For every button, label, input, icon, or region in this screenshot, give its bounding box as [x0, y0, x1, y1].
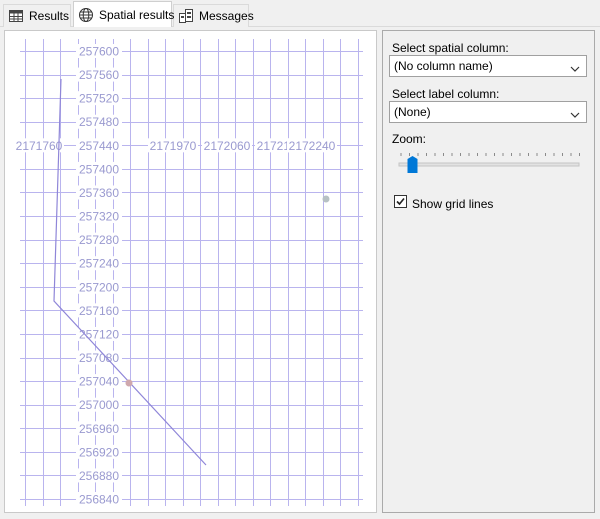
- show-grid-label: Show grid lines: [412, 197, 494, 211]
- spatial-point: [125, 379, 133, 387]
- y-tick-label: 257320: [79, 210, 119, 224]
- y-tick-label: 256840: [79, 493, 119, 507]
- label-column-label: Select label column:: [392, 87, 500, 101]
- y-tick-label: 257480: [79, 115, 119, 129]
- x-tick-label: 2172240: [289, 139, 336, 153]
- tab-spatial-results[interactable]: Spatial results: [73, 1, 175, 27]
- y-tick-label: 257200: [79, 280, 119, 294]
- spatial-column-label: Select spatial column:: [392, 41, 509, 55]
- y-tick-label: 256960: [79, 422, 119, 436]
- y-tick-label: 257080: [79, 351, 119, 365]
- spatial-column-value: (No column name): [394, 59, 493, 73]
- tab-messages[interactable]: Messages: [173, 4, 254, 27]
- spatial-plot-svg[interactable]: 257600 257560 257520 257480 257440 257400 2573…: [5, 31, 378, 514]
- y-tick-label: 257240: [79, 257, 119, 271]
- y-tick-label: 256920: [79, 445, 119, 459]
- x-tick-label: 2171760: [16, 139, 63, 153]
- grid-icon: [8, 8, 24, 24]
- checkmark-icon: [396, 197, 405, 206]
- show-grid-checkbox[interactable]: [394, 195, 407, 208]
- y-tick-label: 257280: [79, 233, 119, 247]
- x-tick-label: 2171970: [150, 139, 197, 153]
- y-tick-label: 257040: [79, 375, 119, 389]
- tab-messages-label: Messages: [199, 9, 254, 23]
- y-tick-label: 256880: [79, 469, 119, 483]
- messages-icon: [178, 8, 194, 24]
- tab-spatial-results-label: Spatial results: [99, 7, 175, 22]
- y-tick-label: 257520: [79, 92, 119, 106]
- y-tick-label: 257600: [79, 45, 119, 59]
- spatial-column-select[interactable]: (No column name): [389, 55, 587, 77]
- y-tick-label: 257360: [79, 186, 119, 200]
- zoom-thumb: [407, 156, 418, 173]
- y-tick-label: 257560: [79, 68, 119, 82]
- spatial-point: [322, 195, 330, 203]
- zoom-track: [398, 162, 580, 167]
- zoom-label: Zoom:: [392, 132, 427, 146]
- spatial-options-panel: Select spatial column: (No column name) …: [382, 30, 595, 513]
- y-tick-label: 257000: [79, 398, 119, 412]
- zoom-slider[interactable]: [398, 149, 580, 179]
- globe-icon: [78, 7, 94, 23]
- y-tick-label: 257400: [79, 162, 119, 176]
- x-tick-label: 2172060: [204, 139, 251, 153]
- y-tick-label: 257440: [79, 139, 119, 153]
- label-column-value: (None): [394, 105, 431, 119]
- y-tick-label: 257160: [79, 304, 119, 318]
- tab-bar: Results Spatial results Messages: [0, 0, 600, 27]
- tab-results[interactable]: Results: [3, 4, 71, 27]
- tab-results-label: Results: [29, 9, 70, 23]
- label-column-select[interactable]: (None): [389, 101, 587, 123]
- chevron-down-icon: [570, 62, 580, 72]
- spatial-plot-area[interactable]: 257600 257560 257520 257480 257440 257400 2573…: [4, 30, 377, 513]
- chevron-down-icon: [570, 108, 580, 118]
